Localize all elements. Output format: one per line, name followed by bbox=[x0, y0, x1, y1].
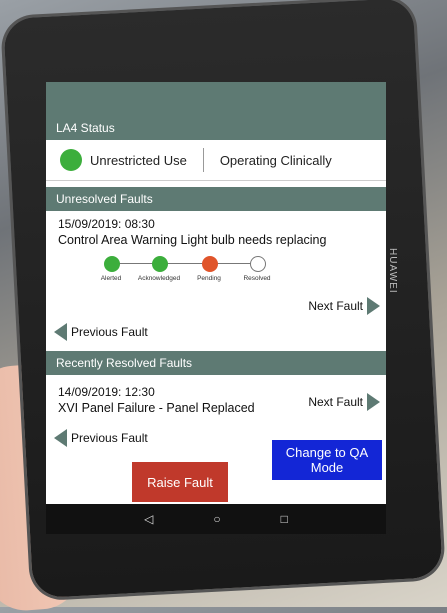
step-acknowledged-label: Acknowledged bbox=[137, 275, 181, 282]
resolved-next-row: Next Fault bbox=[46, 393, 386, 419]
right-arrow-icon bbox=[367, 297, 380, 315]
left-arrow-icon bbox=[54, 323, 67, 341]
header-bar: LA4 Status bbox=[46, 116, 386, 140]
home-icon[interactable]: ○ bbox=[213, 512, 220, 526]
resolved-previous-fault-button[interactable]: Previous Fault bbox=[54, 429, 148, 447]
change-to-qa-mode-button[interactable]: Change to QA Mode bbox=[272, 440, 382, 480]
step-alerted-dot bbox=[104, 256, 120, 272]
next-fault-label: Next Fault bbox=[308, 299, 363, 313]
status-label: Unrestricted Use bbox=[90, 152, 187, 168]
unresolved-prev-row: Previous Fault bbox=[46, 321, 386, 347]
android-nav-bar: ◁ ○ □ bbox=[46, 504, 386, 534]
device-brand: HUAWEI bbox=[387, 248, 398, 294]
resolved-next-fault-button[interactable]: Next Fault bbox=[308, 393, 380, 411]
operating-mode-label: Operating Clinically bbox=[219, 152, 332, 168]
previous-fault-label: Previous Fault bbox=[71, 325, 148, 339]
step-alerted-label: Alerted bbox=[100, 275, 122, 282]
unresolved-section-header: Unresolved Faults bbox=[46, 187, 386, 211]
next-fault-label: Next Fault bbox=[308, 395, 363, 409]
unresolved-previous-fault-button[interactable]: Previous Fault bbox=[54, 323, 148, 341]
tablet-screen: LA4 Status Unrestricted Use Operating Cl… bbox=[46, 82, 386, 534]
status-indicator bbox=[60, 149, 82, 171]
left-arrow-icon bbox=[54, 429, 67, 447]
fault-progress-tracker: Alerted Acknowledged Pending Resolved bbox=[46, 253, 386, 295]
resolved-section-title: Recently Resolved Faults bbox=[56, 356, 193, 370]
unresolved-fault-description: Control Area Warning Light bulb needs re… bbox=[58, 233, 327, 247]
unresolved-next-fault-button[interactable]: Next Fault bbox=[308, 297, 380, 315]
raise-fault-button[interactable]: Raise Fault bbox=[132, 462, 228, 502]
back-icon[interactable]: ◁ bbox=[144, 512, 153, 526]
step-pending-dot bbox=[202, 256, 218, 272]
right-arrow-icon bbox=[367, 393, 380, 411]
status-divider bbox=[202, 148, 204, 172]
unresolved-section-title: Unresolved Faults bbox=[56, 192, 153, 206]
previous-fault-label: Previous Fault bbox=[71, 431, 148, 445]
page-title: LA4 Status bbox=[56, 121, 115, 135]
step-resolved-dot bbox=[250, 256, 266, 272]
unresolved-next-row: Next Fault bbox=[46, 295, 386, 321]
step-acknowledged-dot bbox=[152, 256, 168, 272]
resolved-section-header: Recently Resolved Faults bbox=[46, 351, 386, 375]
top-band bbox=[46, 82, 386, 116]
status-row: Unrestricted Use Operating Clinically bbox=[46, 140, 386, 181]
progress-line bbox=[110, 263, 262, 264]
step-pending-label: Pending bbox=[197, 275, 221, 282]
recents-icon[interactable]: □ bbox=[281, 512, 288, 526]
step-resolved-label: Resolved bbox=[243, 275, 271, 282]
unresolved-fault-date: 15/09/2019: 08:30 bbox=[58, 217, 155, 231]
